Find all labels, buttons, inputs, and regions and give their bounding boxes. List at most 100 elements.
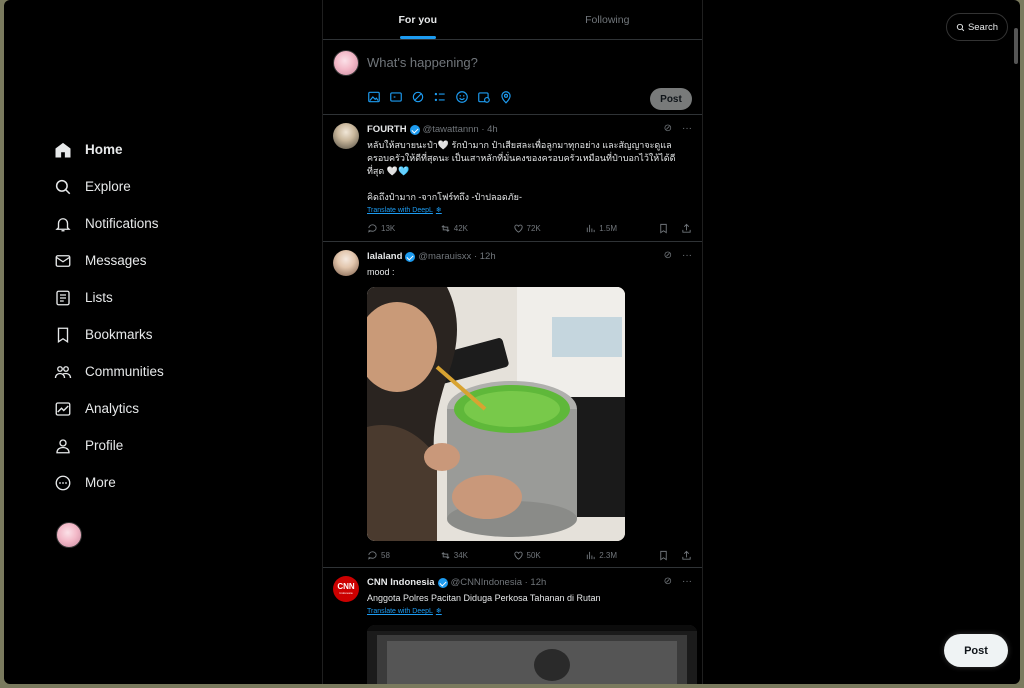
share-icon[interactable] [681, 223, 692, 234]
tab-for-you[interactable]: For you [323, 0, 513, 39]
nav-profile[interactable]: Profile [54, 427, 224, 464]
translate-label: Translate with DeepL [367, 608, 433, 615]
schedule-icon[interactable] [477, 90, 491, 104]
reply-count: 13K [381, 224, 396, 233]
grok-icon[interactable]: ⊘ [664, 250, 672, 261]
views-button[interactable]: 1.5M [585, 223, 658, 234]
translate-link[interactable]: Translate with DeepL ❄ [367, 206, 692, 214]
like-count: 50K [526, 551, 541, 560]
repost-icon [441, 552, 450, 559]
home-icon [55, 142, 71, 157]
image-icon[interactable] [367, 90, 381, 104]
tweet-author-name[interactable]: FOURTH [367, 124, 407, 135]
tweet-text: Anggota Polres Pacitan Diduga Perkosa Ta… [367, 593, 601, 603]
share-icon[interactable] [681, 550, 692, 561]
grok-icon[interactable]: ⊘ [664, 123, 672, 134]
views-button[interactable]: 2.3M [585, 550, 658, 561]
gif-icon[interactable] [389, 90, 403, 104]
bookmark-icon[interactable] [658, 223, 669, 234]
nav-communities-label: Communities [85, 364, 164, 379]
logo-subtext: Indonesia [339, 591, 353, 595]
nav-lists[interactable]: Lists [54, 279, 224, 316]
nav-profile-label: Profile [85, 438, 124, 453]
tweet-author-handle[interactable]: @tawattannn · 4h [423, 124, 498, 135]
more-icon[interactable]: ··· [682, 250, 692, 261]
more-icon[interactable]: ··· [682, 576, 692, 587]
like-button[interactable]: 72K [513, 223, 586, 234]
tweet-image[interactable] [367, 287, 625, 541]
nav-notifications[interactable]: Notifications [54, 205, 224, 242]
reply-button[interactable]: 13K [367, 223, 440, 234]
location-icon[interactable] [499, 90, 513, 104]
nav-explore-label: Explore [85, 179, 131, 194]
grok-icon[interactable]: ⊘ [664, 576, 672, 587]
tweet-image[interactable] [367, 625, 697, 684]
nav-more[interactable]: More [54, 464, 224, 501]
tweet-author-handle[interactable]: @marauisxx · 12h [418, 251, 495, 262]
tweet-header-icons: ⊘ ··· [664, 123, 692, 134]
feed-tabs: For you Following [323, 0, 702, 40]
logo-text: CNN [337, 582, 355, 591]
emoji-icon[interactable] [455, 90, 469, 104]
nav-explore[interactable]: Explore [54, 168, 224, 205]
tweet-actions-right [658, 550, 692, 561]
repost-button[interactable]: 34K [440, 550, 513, 561]
reply-button[interactable]: 58 [367, 550, 440, 561]
nav-notifications-label: Notifications [85, 216, 159, 231]
repost-button[interactable]: 42K [440, 223, 513, 234]
heart-icon [513, 224, 523, 233]
more-icon[interactable]: ··· [682, 123, 692, 134]
translate-link[interactable]: Translate with DeepL ❄ [367, 607, 692, 615]
search-button[interactable]: Search [946, 13, 1008, 41]
analytics-icon [55, 401, 71, 416]
views-count: 2.3M [599, 551, 618, 560]
deepl-icon: ❄ [435, 207, 442, 214]
views-icon [587, 551, 595, 560]
nav-bookmarks[interactable]: Bookmarks [54, 316, 224, 353]
composer-toolbar [367, 90, 513, 104]
nav-communities[interactable]: Communities [54, 353, 224, 390]
nav-messages[interactable]: Messages [54, 242, 224, 279]
tweet-text: หลับให้สบายนะป๋า🤍 รักป๋ามาก ป๋าเสียสละเพ… [367, 140, 676, 202]
communities-icon [54, 365, 72, 378]
reply-count: 58 [381, 551, 390, 560]
tweet-composer: What's happening? Post [323, 40, 702, 115]
tweet-header-icons: ⊘ ··· [664, 576, 692, 587]
bookmark-icon [57, 327, 69, 343]
tweet-author-handle[interactable]: @CNNIndonesia · 12h [451, 577, 547, 588]
tweet-author-name[interactable]: CNN Indonesia [367, 577, 435, 588]
like-button[interactable]: 50K [513, 550, 586, 561]
composer-input[interactable]: What's happening? [367, 55, 478, 70]
composer-post-button[interactable]: Post [650, 88, 692, 110]
tweet-author-name[interactable]: lalaland [367, 251, 402, 262]
search-icon [55, 179, 71, 194]
deepl-icon: ❄ [435, 608, 442, 615]
search-icon [956, 23, 965, 31]
grok-icon[interactable] [411, 90, 425, 104]
tweet-avatar[interactable] [333, 250, 359, 276]
bell-icon [55, 217, 71, 231]
tweet[interactable]: CNN Indonesia CNN Indonesia @CNNIndonesi… [323, 568, 702, 684]
tweet-avatar[interactable] [333, 123, 359, 149]
tab-following[interactable]: Following [513, 0, 703, 39]
tweet-header: lalaland @marauisxx · 12h [367, 250, 692, 263]
person-icon [56, 438, 70, 453]
poll-icon[interactable] [433, 90, 447, 104]
floating-post-button[interactable]: Post [944, 634, 1008, 667]
nav-home[interactable]: Home [54, 131, 224, 168]
nav-analytics[interactable]: Analytics [54, 390, 224, 427]
nav-analytics-label: Analytics [85, 401, 140, 416]
more-circle-icon [55, 475, 71, 490]
cnn-logo[interactable]: CNN Indonesia [333, 576, 359, 602]
translate-label: Translate with DeepL [367, 207, 433, 214]
nav-bookmarks-label: Bookmarks [85, 327, 153, 342]
like-count: 72K [526, 224, 541, 233]
scrollbar[interactable] [1014, 28, 1018, 64]
composer-avatar [333, 50, 359, 76]
nav-home-label: Home [85, 142, 123, 157]
bookmark-icon[interactable] [658, 550, 669, 561]
account-avatar[interactable] [56, 522, 82, 548]
tweet[interactable]: lalaland @marauisxx · 12h ⊘ ··· mood : 5… [323, 242, 702, 568]
tweet[interactable]: FOURTH @tawattannn · 4h ⊘ ··· หลับให้สบา… [323, 115, 702, 242]
verified-badge-icon [405, 251, 416, 262]
